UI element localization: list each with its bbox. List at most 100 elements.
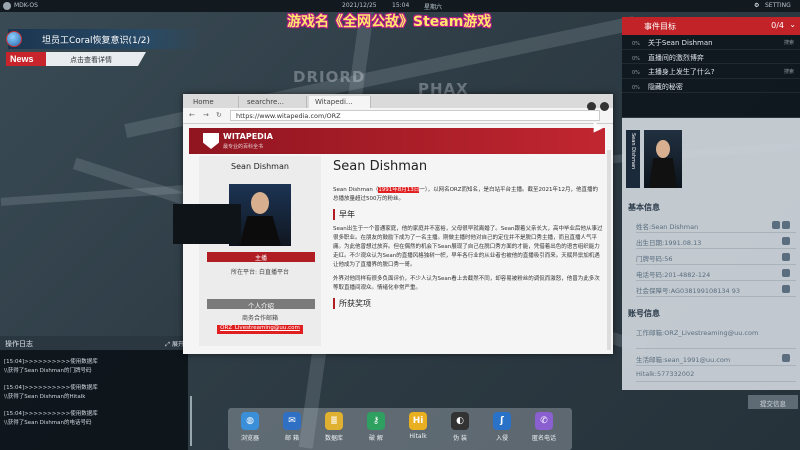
chevron-down-icon[interactable]: ⌄ bbox=[789, 20, 796, 29]
event-progress-count: 0/4 bbox=[771, 21, 784, 30]
dock-mail[interactable]: ✉ 邮 箱 bbox=[272, 412, 312, 442]
infobox-intro-heading: 个人介绍 bbox=[207, 299, 315, 310]
dock-crack[interactable]: ⚷ 破 解 bbox=[356, 412, 396, 442]
profile-field-phone[interactable]: 电话号码:201-4882-124 bbox=[636, 269, 796, 281]
news-detail-link[interactable]: 点击查看详情 bbox=[46, 52, 146, 66]
dock-label: 入侵 bbox=[495, 435, 508, 442]
edit-icon[interactable] bbox=[782, 354, 790, 362]
dock-hitalk[interactable]: Hi Hitalk bbox=[398, 412, 438, 440]
url-input[interactable]: https://www.witapedia.com/ORZ bbox=[230, 110, 600, 121]
edit-icon[interactable] bbox=[782, 237, 790, 245]
profile-field-ssn[interactable]: 社会保障号:AG038199108134 93 bbox=[636, 285, 796, 297]
field-value: 出生日期:1991.08.13 bbox=[636, 239, 702, 247]
infobox-platform: 所在平台: 白直播平台 bbox=[231, 269, 289, 276]
profile-field-hitalk[interactable]: Hitalk:577332002 bbox=[636, 370, 796, 382]
article-title: Sean Dishman bbox=[333, 159, 428, 174]
event-percent: 0% bbox=[632, 41, 640, 47]
profile-field-house-number[interactable]: 门牌号码:56 bbox=[636, 253, 796, 265]
account-info-title: 账号信息 bbox=[628, 309, 660, 318]
profile-field-birthdate[interactable]: 出生日期:1991.08.13 bbox=[636, 237, 796, 249]
event-item[interactable]: 0% 隐藏的秘密 bbox=[622, 79, 800, 93]
infobox-mail-label: 商务合作邮箱 bbox=[241, 315, 278, 322]
browser-tab-bar: Home searchre... Witapedi... bbox=[183, 94, 613, 111]
event-text: 隐藏的秘密 bbox=[647, 82, 683, 91]
edit-icon[interactable] bbox=[782, 285, 790, 293]
log-entry: \\获得了Sean Dishman的电话号码 bbox=[4, 420, 92, 426]
operation-log-title: 操作日志 bbox=[5, 340, 33, 348]
back-icon[interactable]: ← bbox=[189, 111, 195, 119]
dock-label: 匿名电话 bbox=[531, 435, 556, 442]
section-awards: 所获奖项 bbox=[333, 298, 603, 309]
edit-icon[interactable] bbox=[782, 253, 790, 261]
event-text: 主播身上发生了什么? bbox=[647, 68, 715, 76]
event-goals-panel: 事件目标 0/4 ⌄ 0% 关于Sean Dishman 搜索 0% 直播间的激烈博弈… bbox=[622, 17, 800, 117]
log-scrollbar[interactable] bbox=[190, 396, 192, 446]
event-item[interactable]: 0% 主播身上发生了什么? 搜索 bbox=[622, 64, 800, 79]
dock-anonymous-phone[interactable]: ✆ 匿名电话 bbox=[524, 412, 564, 442]
submit-info-button[interactable]: 提交信息 bbox=[748, 395, 798, 409]
field-value: 工作邮箱:ORZ_Livestreaming@uu.com bbox=[636, 329, 759, 337]
expand-log-button[interactable]: ⤢ 展开 bbox=[165, 339, 184, 349]
article-paragraph: 外界对他同样有很多负面评价，不少人认为Sean看上去截然不同，却容易被粉丝的调侃… bbox=[333, 276, 600, 291]
operation-log-header: 操作日志 ⤢ 展开 bbox=[0, 336, 188, 350]
edit-icon[interactable] bbox=[782, 269, 790, 277]
crack-icon: ⚷ bbox=[367, 412, 385, 430]
log-entry: [15:04]>>>>>>>>>>使用数据库 bbox=[4, 411, 98, 417]
event-item[interactable]: 0% 关于Sean Dishman 搜索 bbox=[622, 35, 800, 50]
page-scrollbar[interactable] bbox=[607, 150, 611, 350]
reload-icon[interactable]: ↻ bbox=[216, 111, 222, 119]
field-value: 电话号码:201-4882-124 bbox=[636, 271, 711, 279]
dock-database[interactable]: ≣ 数据库 bbox=[314, 412, 354, 442]
event-item[interactable]: 0% 直播间的激烈博弈 bbox=[622, 50, 800, 64]
section-early-years: 早年 bbox=[333, 209, 603, 220]
tab-home[interactable]: Home bbox=[187, 96, 239, 108]
hitalk-icon: Hi bbox=[409, 412, 427, 430]
tab-witapedia[interactable]: Witapedi... bbox=[309, 96, 371, 108]
os-name: MDK-OS bbox=[14, 2, 38, 9]
redacted-overlay bbox=[173, 204, 241, 244]
highlighted-birthdate[interactable]: 1991年8月13日 bbox=[378, 187, 420, 193]
stream-overlay-title: 游戏名《全网公敌》Steam游戏 bbox=[287, 14, 492, 30]
dock-disguise[interactable]: ◐ 伪 装 bbox=[440, 412, 480, 442]
article-body: Sean Dishman Sean Dishman（1991年8月13日一），以… bbox=[333, 156, 603, 346]
witapedia-tagline: 最专业的百科全书 bbox=[223, 144, 264, 150]
event-goals-header: 事件目标 0/4 ⌄ bbox=[622, 17, 800, 35]
gear-icon[interactable]: ⚙ bbox=[754, 2, 759, 9]
os-logo-icon bbox=[3, 2, 11, 10]
browser-window: Home searchre... Witapedi... ← → ↻ https… bbox=[183, 94, 613, 354]
witapedia-logo-icon bbox=[203, 133, 219, 149]
target-profile-panel: Sean Dishman 基本信息 姓名:Sean Dishman 出生日期:1… bbox=[622, 118, 800, 390]
event-hint: 搜索 bbox=[783, 40, 794, 46]
profile-field-name[interactable]: 姓名:Sean Dishman bbox=[636, 221, 796, 233]
dock-label: 邮 箱 bbox=[285, 435, 299, 442]
expand-icon: ⤢ bbox=[165, 341, 172, 348]
map-label-driord: DRIORD bbox=[293, 68, 366, 86]
globe-icon bbox=[6, 31, 22, 47]
infobox-mail-link[interactable]: ORZ_Livestreaming@uu.com bbox=[217, 325, 303, 334]
mail-icon: ✉ bbox=[283, 412, 301, 430]
dock-browser[interactable]: ◍ 浏览器 bbox=[230, 412, 270, 442]
log-entry: [15:04]>>>>>>>>>>使用数据库 bbox=[4, 359, 98, 365]
forward-icon[interactable]: → bbox=[203, 111, 209, 119]
news-headline: 坦员工Coral恢复意识(1/2) bbox=[8, 29, 203, 49]
dock-label: 伪 装 bbox=[453, 435, 467, 442]
log-entry: \\获得了Sean Dishman的门牌号码 bbox=[4, 368, 92, 374]
article-text: Sean Dishman（ bbox=[333, 187, 379, 193]
profile-field-work-email[interactable]: 工作邮箱:ORZ_Livestreaming@uu.com bbox=[636, 327, 796, 349]
dock-label: 数据库 bbox=[324, 435, 343, 442]
witapedia-header: WITAPEDIA 最专业的百科全书 bbox=[189, 128, 605, 154]
edit-icon[interactable] bbox=[782, 221, 790, 229]
dock-label: Hitalk bbox=[409, 433, 427, 440]
event-text: 直播间的激烈博弈 bbox=[647, 53, 704, 62]
witapedia-name: WITAPEDIA bbox=[223, 132, 273, 141]
log-entry: [15:04]>>>>>>>>>>使用数据库 bbox=[4, 385, 98, 391]
tab-search-results[interactable]: searchre... bbox=[241, 96, 307, 108]
dock-hack[interactable]: ʃ 入侵 bbox=[482, 412, 522, 442]
profile-field-life-email[interactable]: 生活邮箱:sean_1991@uu.com bbox=[636, 354, 796, 366]
refresh-icon[interactable] bbox=[772, 221, 780, 229]
profile-photo bbox=[644, 130, 682, 188]
settings-button[interactable]: SETTING bbox=[765, 2, 791, 9]
operation-log-panel: 操作日志 ⤢ 展开 [15:04]>>>>>>>>>>使用数据库 \\获得了Se… bbox=[0, 336, 192, 450]
article-intro: Sean Dishman（1991年8月13日一），以网名ORZ而知名，是白站平… bbox=[333, 186, 603, 204]
event-goals-title: 事件目标 bbox=[644, 22, 676, 31]
